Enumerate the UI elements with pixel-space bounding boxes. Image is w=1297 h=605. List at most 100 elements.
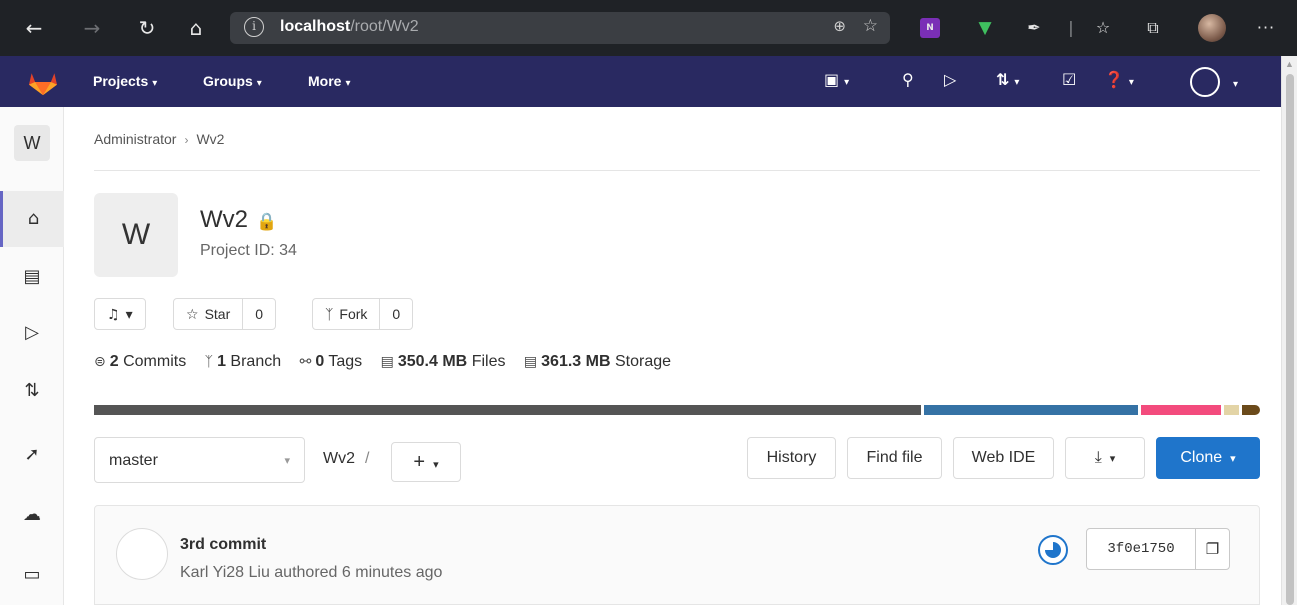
todos-icon[interactable]: ☑ bbox=[1062, 70, 1076, 89]
add-favorite-icon[interactable]: ☆ bbox=[863, 16, 878, 36]
chevron-down-icon: ▾ bbox=[844, 77, 850, 88]
back-arrow-icon[interactable]: ← bbox=[20, 14, 48, 42]
user-avatar[interactable] bbox=[1190, 67, 1220, 97]
language-segment[interactable] bbox=[924, 405, 1138, 415]
scroll-up-icon[interactable]: ▲ bbox=[1285, 59, 1294, 69]
files-size: 350.4 MB bbox=[397, 353, 468, 370]
branch-select[interactable]: master ▾ bbox=[94, 437, 305, 483]
breadcrumb-current-link[interactable]: Wv2 bbox=[196, 131, 224, 147]
fork-button-group[interactable]: ᛉ Fork 0 bbox=[312, 298, 414, 330]
breadcrumb-separator-icon: › bbox=[184, 133, 189, 147]
chevron-down-icon: ▾ bbox=[1128, 77, 1134, 88]
more-menu[interactable]: More ▾ bbox=[308, 73, 350, 89]
notification-dropdown[interactable]: ♫ ▾ bbox=[94, 298, 146, 330]
star-count[interactable]: 0 bbox=[242, 299, 275, 329]
files-stat[interactable]: ▤ 350.4 MB Files bbox=[381, 353, 506, 370]
last-commit-panel: 3rd commit Karl Yi28 Liu authored 6 minu… bbox=[94, 505, 1260, 605]
package-icon: ▭ bbox=[23, 564, 41, 585]
breadcrumb-parent-link[interactable]: Administrator bbox=[94, 131, 176, 147]
zoom-icon[interactable]: ⊕ bbox=[833, 17, 846, 35]
sidebar-item-ci-cd[interactable]: ➚ bbox=[0, 427, 64, 483]
repo-path-link[interactable]: Wv2 bbox=[323, 450, 355, 467]
tag-icon: ⚯ bbox=[299, 354, 312, 370]
fork-count[interactable]: 0 bbox=[379, 299, 412, 329]
find-file-button[interactable]: Find file bbox=[847, 437, 942, 479]
storage-size: 361.3 MB bbox=[541, 353, 611, 370]
user-menu-chevron[interactable]: ▾ bbox=[1228, 72, 1238, 91]
sidebar-item-issues[interactable]: ▷ bbox=[0, 305, 64, 361]
chevron-down-icon: ▾ bbox=[1109, 453, 1116, 465]
commit-author-avatar[interactable] bbox=[116, 528, 168, 580]
commit-sha[interactable]: 3f0e1750 bbox=[1087, 529, 1195, 569]
branch-icon: ᛉ bbox=[204, 354, 214, 370]
chevron-down-icon: ▾ bbox=[284, 455, 290, 467]
browser-toolbar: ← → ↻ ⌂ i localhost/root/Wv2 ⊕ ☆ N ▼ ✒ |… bbox=[0, 0, 1297, 56]
tags-count: 0 bbox=[315, 353, 325, 370]
shield-extension-icon[interactable]: ▼ bbox=[975, 16, 995, 40]
profile-avatar[interactable] bbox=[1198, 14, 1226, 42]
more-label: More bbox=[308, 73, 342, 89]
download-button[interactable]: ⤓ ▾ bbox=[1065, 437, 1145, 479]
scroll-thumb[interactable] bbox=[1286, 74, 1294, 605]
add-to-tree-button[interactable]: + ▾ bbox=[391, 442, 461, 482]
star-button-group[interactable]: ☆ Star 0 bbox=[173, 298, 277, 330]
sidebar-item-packages[interactable]: ▭ bbox=[0, 547, 64, 603]
address-bar[interactable]: i localhost/root/Wv2 ⊕ ☆ bbox=[230, 12, 890, 44]
sidebar-project-avatar[interactable]: W bbox=[14, 125, 50, 161]
copy-icon[interactable]: ❐ bbox=[1195, 529, 1229, 569]
gitlab-logo-icon[interactable] bbox=[26, 68, 60, 96]
branch-count: 1 bbox=[217, 353, 226, 370]
web-ide-button[interactable]: Web IDE bbox=[953, 437, 1054, 479]
language-segment[interactable] bbox=[1140, 405, 1221, 415]
notification-button[interactable]: ♫ ▾ bbox=[95, 299, 145, 329]
bell-icon: ♫ bbox=[107, 307, 120, 323]
merge-requests-dropdown[interactable]: ⇅ ▾ bbox=[996, 70, 1019, 89]
sidebar-item-merge-requests[interactable]: ⇅ bbox=[0, 363, 64, 419]
new-dropdown[interactable]: ▣ ▾ bbox=[824, 70, 849, 89]
commit-sha-group: 3f0e1750 ❐ bbox=[1086, 528, 1230, 570]
clone-button[interactable]: Clone ▾ bbox=[1156, 437, 1260, 479]
forward-arrow-icon[interactable]: → bbox=[78, 14, 106, 42]
commit-meta: Karl Yi28 Liu authored 6 minutes ago bbox=[180, 564, 443, 581]
groups-menu[interactable]: Groups ▾ bbox=[203, 73, 262, 89]
sidebar-item-repository[interactable]: ▤ bbox=[0, 249, 64, 305]
projects-label: Projects bbox=[93, 73, 149, 89]
reload-icon[interactable]: ↻ bbox=[133, 14, 161, 42]
sidebar-item-project-overview[interactable]: ⌂ bbox=[0, 191, 64, 247]
language-bar[interactable] bbox=[94, 405, 1260, 415]
chevron-down-icon: ▾ bbox=[1230, 453, 1236, 465]
star-button[interactable]: ☆ Star bbox=[174, 299, 242, 329]
chevron-down-icon: ▾ bbox=[433, 459, 439, 471]
issues-icon[interactable]: ▷ bbox=[944, 70, 956, 89]
projects-menu[interactable]: Projects ▾ bbox=[93, 73, 157, 89]
tags-label: Tags bbox=[328, 353, 363, 370]
fork-button[interactable]: ᛉ Fork bbox=[313, 299, 379, 329]
onenote-extension-icon[interactable]: N bbox=[920, 18, 940, 38]
chevron-down-icon: ▾ bbox=[345, 78, 351, 89]
page-scrollbar[interactable]: ▲ bbox=[1281, 56, 1297, 605]
language-segment[interactable] bbox=[1241, 405, 1260, 415]
home-icon[interactable]: ⌂ bbox=[182, 14, 210, 42]
favorites-icon[interactable]: ☆ bbox=[1092, 16, 1114, 40]
storage-stat[interactable]: ▤ 361.3 MB Storage bbox=[524, 353, 671, 370]
commits-stat[interactable]: ⊜ 2 Commits bbox=[94, 353, 186, 370]
search-icon[interactable]: ⚲ bbox=[902, 70, 914, 89]
history-button[interactable]: History bbox=[747, 437, 836, 479]
url-text[interactable]: localhost/root/Wv2 bbox=[280, 18, 419, 36]
collections-icon[interactable]: ⧉ bbox=[1142, 16, 1164, 40]
tags-stat[interactable]: ⚯ 0 Tags bbox=[300, 353, 363, 370]
commits-count: 2 bbox=[109, 353, 119, 370]
home-icon: ⌂ bbox=[27, 208, 40, 229]
language-segment[interactable] bbox=[1223, 405, 1239, 415]
groups-label: Groups bbox=[203, 73, 253, 89]
sidebar-item-operations[interactable]: ☁ bbox=[0, 487, 64, 543]
more-options-icon[interactable]: ··· bbox=[1252, 16, 1280, 40]
commit-title[interactable]: 3rd commit bbox=[180, 536, 266, 554]
help-dropdown[interactable]: ❓ ▾ bbox=[1104, 70, 1134, 89]
language-segment[interactable] bbox=[94, 405, 922, 415]
pen-extension-icon[interactable]: ✒ bbox=[1024, 16, 1044, 40]
info-icon[interactable]: i bbox=[244, 17, 264, 37]
commits-label: Commits bbox=[123, 353, 187, 370]
pipeline-status-icon[interactable] bbox=[1038, 535, 1068, 565]
branch-stat[interactable]: ᛉ1 Branch bbox=[205, 353, 281, 370]
